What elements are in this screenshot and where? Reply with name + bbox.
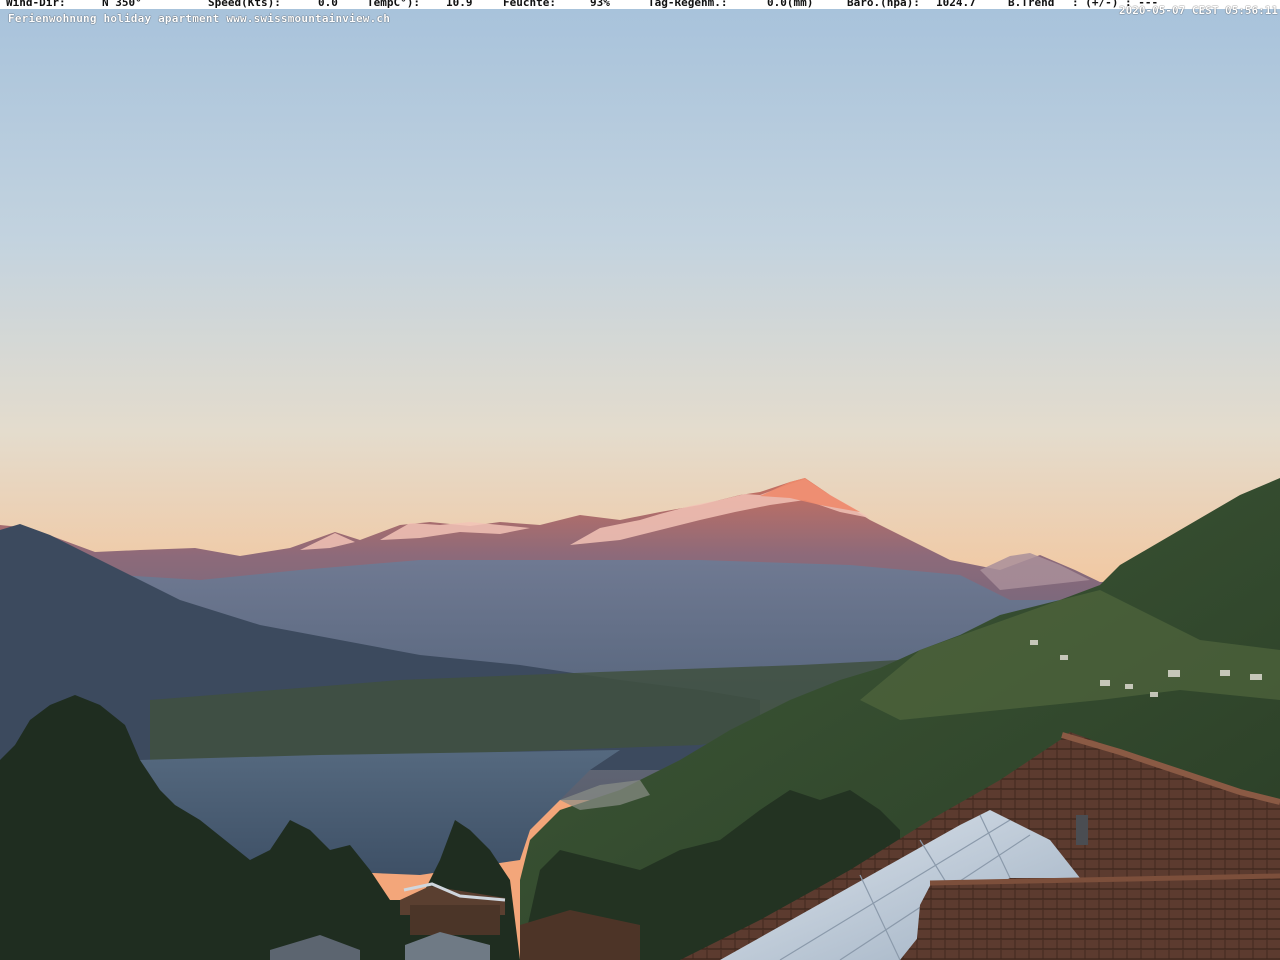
speed-label: Speed(Kts): [208,0,281,9]
trend-label: B.Trend [1008,0,1055,9]
rain-label: Tag-Regenm.: [648,0,728,9]
rain-value: 0.0(mm) [767,0,814,9]
wind-dir-label: Wind-Dir: [6,0,66,9]
credit-text: Ferienwohnung holiday apartment www.swis… [8,12,391,25]
weather-readout: Wind-Dir: N 350° Speed(Kts): 0.0 TempC°)… [0,0,1280,9]
baro-value: 1024.7 [936,0,976,9]
humidity-value: 93% [590,0,610,9]
temp-label: TempC°): [367,0,420,9]
webcam-frame: Wind-Dir: N 350° Speed(Kts): 0.0 TempC°)… [0,0,1280,960]
humidity-label: Feuchte: [503,0,556,9]
speed-value: 0.0 [318,0,338,9]
temp-value: 10.9 [446,0,473,9]
baro-label: Baro.(hpa): [847,0,920,9]
webcam-image [0,0,1280,960]
timestamp: 2020-05-07 CEST 05:56:11 [1119,4,1278,17]
lower-roof [915,875,1280,960]
wind-dir-value: N 350° [102,0,142,9]
chimney [1076,815,1088,845]
